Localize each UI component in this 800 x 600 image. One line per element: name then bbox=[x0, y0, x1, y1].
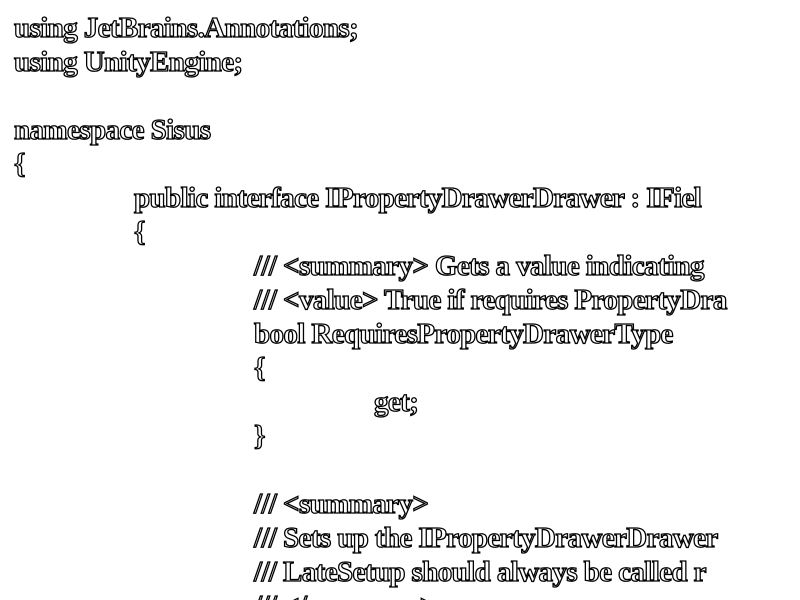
code-line: } bbox=[253, 419, 266, 452]
code-line: /// LateSetup should always be called r bbox=[253, 555, 707, 588]
code-line: /// Sets up the IPropertyDrawerDrawer bbox=[253, 521, 719, 554]
code-line: using UnityEngine; bbox=[13, 45, 243, 78]
code-line: /// <summary> bbox=[253, 487, 429, 520]
code-editor-view[interactable]: using JetBrains.Annotations; using UnityE… bbox=[0, 0, 800, 600]
code-line: { bbox=[133, 215, 146, 248]
code-line: { bbox=[253, 351, 266, 384]
code-line: get; bbox=[373, 385, 419, 418]
code-line: /// </summary> bbox=[253, 589, 437, 600]
code-line: namespace Sisus bbox=[13, 113, 211, 146]
code-line: public interface IPropertyDrawerDrawer :… bbox=[133, 181, 702, 214]
code-line: using JetBrains.Annotations; bbox=[13, 11, 359, 44]
code-line: /// <summary> Gets a value indicating bbox=[253, 249, 705, 282]
code-line: /// <value> True if requires PropertyDra bbox=[253, 283, 728, 316]
code-line: { bbox=[13, 147, 26, 180]
code-line: bool RequiresPropertyDrawerType bbox=[253, 317, 674, 350]
